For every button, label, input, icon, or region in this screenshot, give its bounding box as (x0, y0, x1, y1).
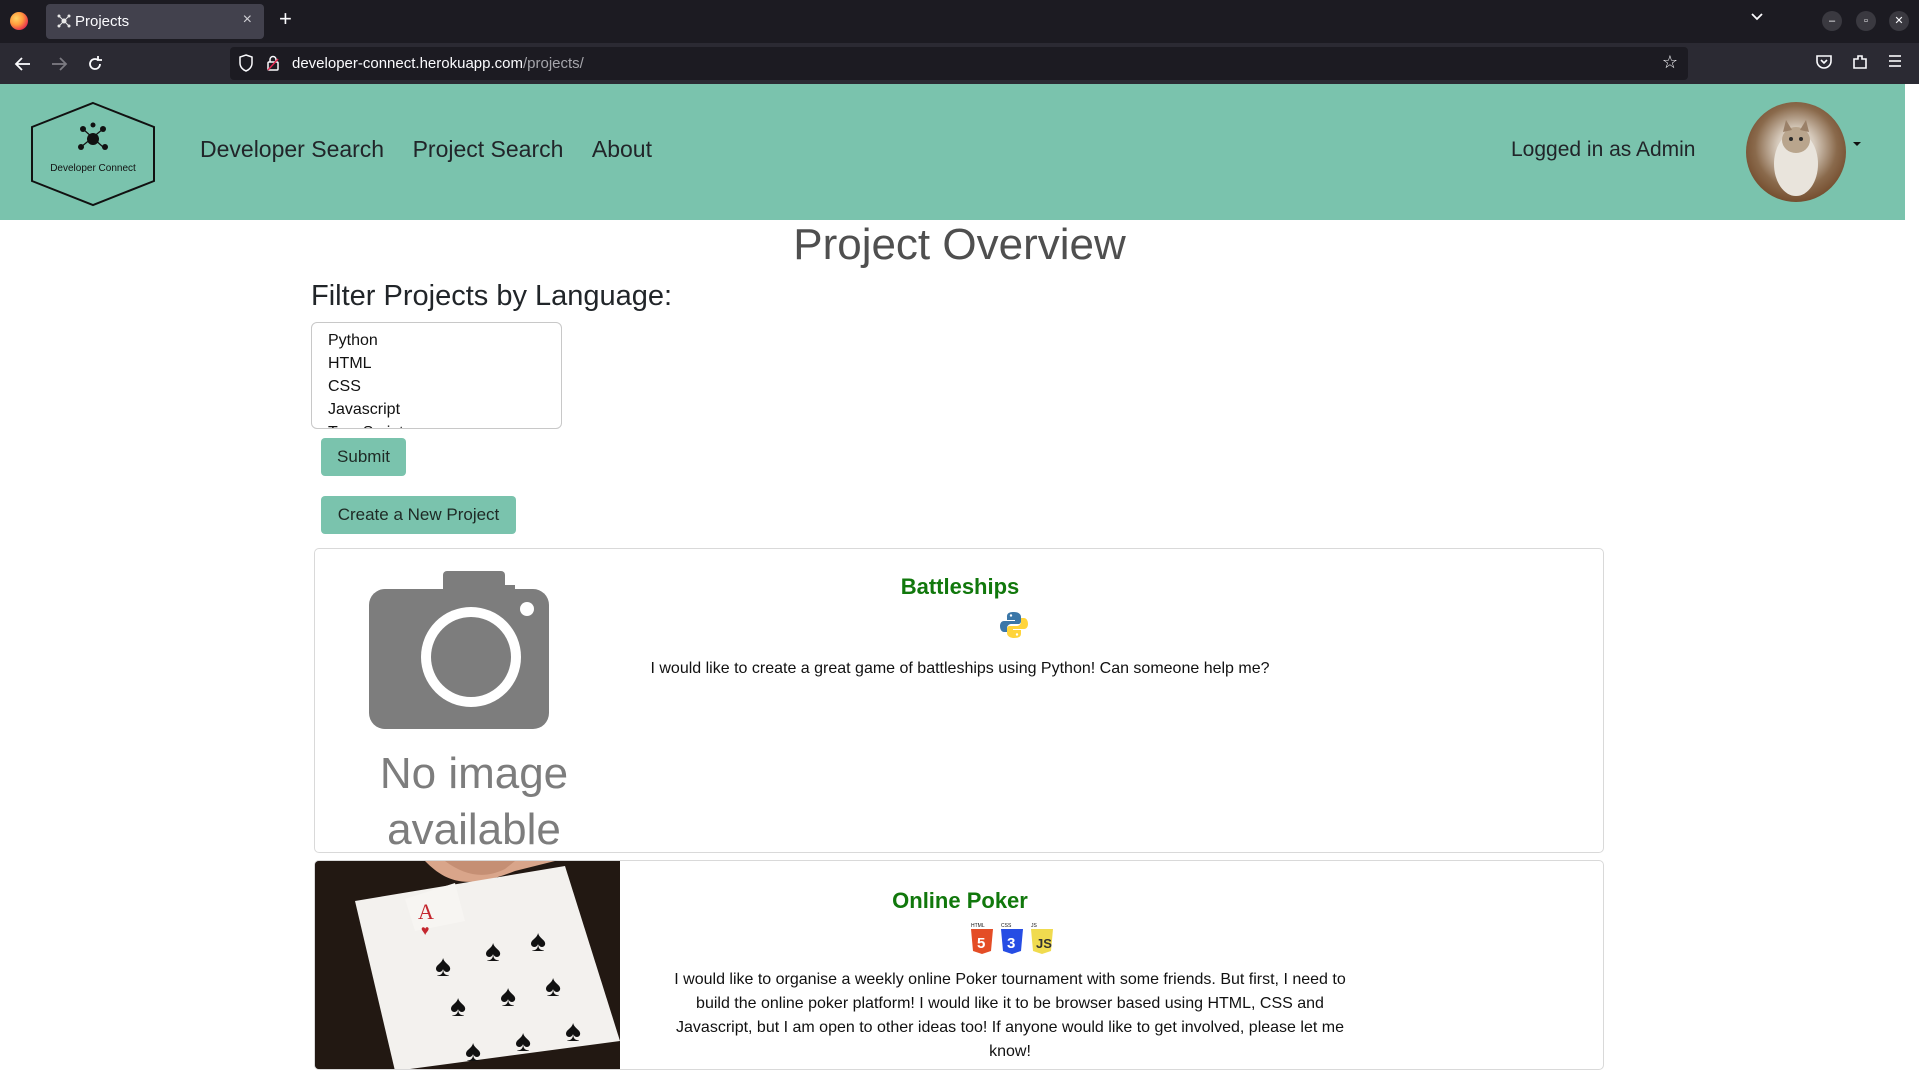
reload-icon[interactable] (86, 55, 104, 73)
language-option[interactable]: Javascript (328, 398, 561, 421)
language-option[interactable]: Python (328, 329, 561, 352)
svg-text:CSS: CSS (1001, 923, 1012, 929)
html-css-js-badges-icon: HTML 5 CSS 3 JS JS (971, 923, 1053, 954)
close-window-icon[interactable]: ✕ (1889, 11, 1909, 31)
no-image-line-2: available (387, 805, 561, 853)
project-description: I would like to organise a weekly online… (674, 971, 1346, 1060)
language-badges: HTML 5 CSS 3 JS JS (969, 921, 1059, 960)
svg-text:♠: ♠ (435, 950, 451, 983)
svg-text:HTML: HTML (971, 923, 985, 929)
svg-text:♠: ♠ (485, 935, 501, 968)
svg-text:5: 5 (977, 935, 985, 952)
restore-icon[interactable]: ▫ (1856, 11, 1876, 31)
project-title[interactable]: Online Poker (315, 888, 1603, 914)
svg-text:♠: ♠ (530, 925, 546, 958)
developer-connect-logo[interactable]: Developer Connect (28, 101, 158, 207)
cat-avatar-image (1774, 120, 1818, 196)
project-card[interactable]: No image available Battleships I would l… (314, 548, 1604, 853)
create-project-button[interactable]: Create a New Project (321, 496, 516, 534)
project-title[interactable]: Battleships (315, 574, 1603, 600)
browser-nav-bar: developer-connect.herokuapp.com/projects… (0, 43, 1919, 84)
language-multi-select[interactable]: Python HTML CSS Javascript TypeScript (311, 322, 562, 429)
svg-text:♥: ♥ (421, 922, 429, 938)
pocket-icon[interactable] (1815, 53, 1833, 71)
lock-icon[interactable] (266, 55, 280, 71)
nav-about[interactable]: About (592, 136, 652, 163)
menu-icon[interactable] (1887, 53, 1903, 69)
url-bar[interactable]: developer-connect.herokuapp.com/projects… (230, 47, 1688, 80)
submit-button[interactable]: Submit (321, 438, 406, 476)
filter-heading: Filter Projects by Language: (311, 280, 673, 312)
no-image-line-1: No image (379, 749, 569, 798)
svg-text:3: 3 (1007, 935, 1015, 952)
browser-tab[interactable]: Projects × (46, 4, 264, 39)
new-tab-icon[interactable]: + (279, 6, 292, 32)
close-tab-icon[interactable]: × (243, 11, 252, 29)
logo-text: Developer Connect (50, 163, 136, 174)
project-description: I would like to create a great game of b… (650, 660, 1270, 677)
nav-project-search[interactable]: Project Search (413, 136, 564, 163)
no-image-placeholder: No image available (355, 571, 568, 852)
svg-text:♠: ♠ (500, 980, 516, 1013)
extensions-icon[interactable] (1851, 53, 1869, 71)
forward-icon[interactable] (50, 56, 68, 72)
logged-in-status: Logged in as Admin (1511, 138, 1696, 161)
list-tabs-icon[interactable] (1749, 9, 1765, 25)
tab-title: Projects (75, 13, 130, 30)
url-host: developer-connect.herokuapp.com (292, 55, 523, 72)
firefox-icon[interactable] (10, 12, 28, 30)
svg-text:JS: JS (1031, 923, 1038, 929)
project-card[interactable]: A ♥ ♠ ♠ ♠ ♠ ♠ ♠ ♠ ♠ ♠ Online Poker HTML 5 CSS … (314, 860, 1604, 1070)
bookmark-star-icon[interactable]: ☆ (1662, 52, 1678, 73)
site-header: Developer Connect Developer Search Proje… (0, 84, 1905, 220)
main-nav: Developer Search Project Search About (200, 136, 676, 163)
back-icon[interactable] (14, 56, 32, 72)
svg-text:♠: ♠ (565, 1015, 581, 1048)
svg-text:JS: JS (1036, 936, 1052, 951)
user-avatar[interactable] (1746, 102, 1846, 202)
svg-text:♠: ♠ (545, 970, 561, 1003)
tracking-protection-icon[interactable] (238, 54, 254, 72)
user-dropdown-caret-icon[interactable] (1852, 140, 1862, 148)
page-title: Project Overview (793, 220, 1126, 269)
url-text[interactable]: developer-connect.herokuapp.com/projects… (292, 55, 584, 72)
language-option[interactable]: CSS (328, 375, 561, 398)
python-icon (1000, 612, 1028, 638)
developer-connect-favicon-icon (57, 14, 71, 28)
nav-developer-search[interactable]: Developer Search (200, 136, 384, 163)
browser-tab-bar: Projects × + – ▫ ✕ (0, 0, 1919, 43)
language-option[interactable]: TypeScript (328, 421, 561, 428)
language-option[interactable]: HTML (328, 352, 561, 375)
svg-text:♠: ♠ (450, 990, 466, 1023)
svg-text:♠: ♠ (515, 1025, 531, 1058)
url-path: /projects/ (522, 55, 584, 72)
minimize-icon[interactable]: – (1822, 11, 1842, 31)
